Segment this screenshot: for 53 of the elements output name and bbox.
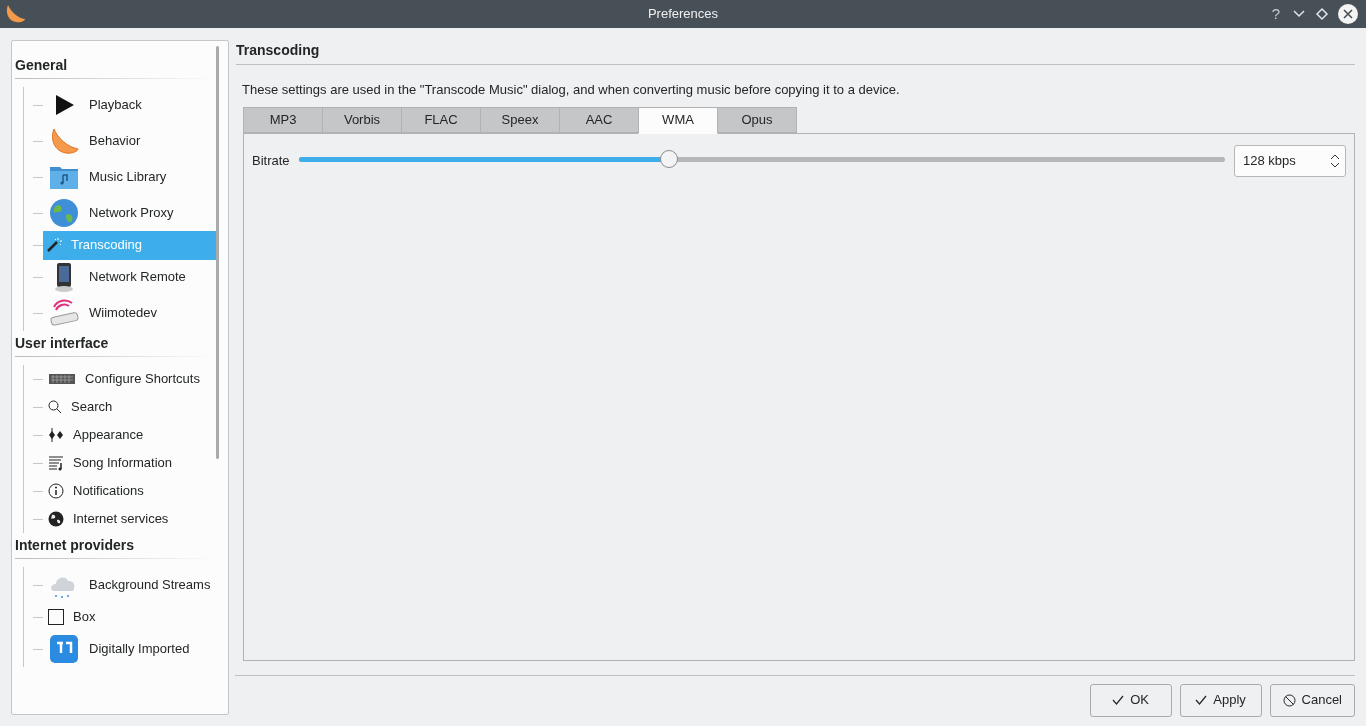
maximize-icon[interactable]: [1315, 7, 1329, 21]
dialog-button[interactable]: Apply: [1179, 683, 1262, 717]
codec-tab[interactable]: WMA: [638, 106, 718, 134]
sidebar-item[interactable]: Background Streams: [43, 569, 219, 601]
codec-tab[interactable]: AAC: [559, 106, 639, 133]
section-heading: General: [15, 56, 69, 75]
cancel-icon: [1282, 693, 1296, 707]
empty-square-icon: [48, 609, 64, 625]
sidebar-item[interactable]: Search: [43, 397, 121, 417]
codec-tab[interactable]: Vorbis: [322, 106, 402, 133]
check-icon: [1112, 694, 1125, 706]
codec-tab[interactable]: MP3: [243, 106, 323, 133]
sidebar-item[interactable]: Configure Shortcuts: [43, 369, 208, 389]
sidebar-item[interactable]: Network Remote: [43, 261, 194, 293]
magic-wand-icon: [46, 237, 62, 253]
codec-tab[interactable]: FLAC: [401, 106, 481, 133]
description-text: These settings are used in the "Transcode Music" dialog, and when converting music before copying it to a device.: [242, 81, 901, 99]
sidebar-item[interactable]: Music Library: [43, 161, 175, 193]
list-music-icon: [48, 455, 64, 471]
dialog-button[interactable]: OK: [1089, 683, 1172, 717]
keyboard-icon: [48, 371, 76, 387]
window-title: Preferences: [647, 5, 719, 24]
codec-tab[interactable]: Opus: [717, 106, 797, 133]
globe-icon: [48, 197, 80, 229]
bitrate-label: Bitrate: [252, 151, 290, 170]
sidebar-item[interactable]: Network Proxy: [43, 197, 182, 229]
app-logo-icon: [4, 3, 26, 25]
bitrate-spinbox[interactable]: 128 kbps: [1234, 144, 1346, 177]
sidebar-item[interactable]: Appearance: [43, 425, 152, 445]
search-icon: [48, 400, 62, 414]
bitrate-slider[interactable]: [298, 148, 1225, 169]
help-button[interactable]: ?: [1269, 2, 1283, 26]
sidebar-item[interactable]: Playback: [43, 89, 150, 121]
app-logo-icon: [48, 633, 80, 665]
codec-tab[interactable]: Speex: [480, 106, 560, 133]
sidebar-item[interactable]: Internet services: [43, 509, 177, 529]
remote-icon: [48, 297, 80, 329]
sidebar-item[interactable]: Box: [43, 607, 104, 627]
check-icon: [1195, 694, 1208, 706]
close-icon[interactable]: [1338, 4, 1358, 24]
dialog-button[interactable]: Cancel: [1269, 683, 1355, 717]
globe-icon: [48, 511, 64, 527]
section-heading: Internet providers: [15, 536, 136, 555]
sidebar-item[interactable]: Digitally Imported: [43, 633, 198, 665]
info-icon: [48, 483, 64, 499]
sidebar-item[interactable]: Wiimotedev: [43, 297, 165, 329]
sidebar-item[interactable]: Behavior: [43, 125, 149, 157]
sidebar-item[interactable]: Song Information: [43, 453, 180, 473]
diamonds-icon: [48, 427, 64, 443]
section-heading: User interface: [15, 334, 110, 353]
page-heading: Transcoding: [236, 41, 321, 58]
sidebar-item[interactable]: Notifications: [43, 481, 152, 501]
scrollbar-thumb[interactable]: [216, 46, 219, 459]
